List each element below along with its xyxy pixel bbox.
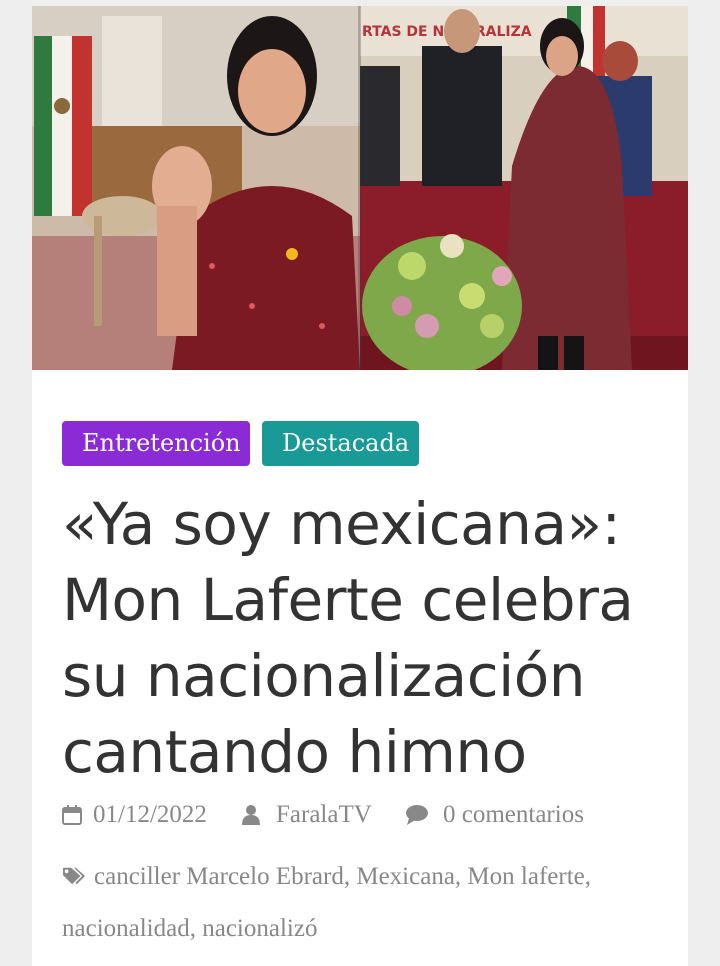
- tag-link[interactable]: nacionalidad: [62, 915, 190, 942]
- post-author[interactable]: FaralaTV: [276, 800, 372, 830]
- article-title: «Ya soy mexicana»: Mon Laferte celebra s…: [62, 486, 662, 790]
- comment-icon: [406, 805, 428, 825]
- article-meta: 01/12/2022 FaralaTV 0 comentarios: [62, 800, 662, 830]
- tag-list: canciller Marcelo Ebrard, Mexicana, Mon …: [62, 863, 591, 942]
- tag-link[interactable]: nacionalizó: [202, 915, 317, 942]
- category-entretencion[interactable]: Entretención: [62, 421, 250, 466]
- title-line: cantando himno: [62, 718, 527, 786]
- comment-count[interactable]: 0 comentarios: [443, 800, 584, 830]
- featured-image[interactable]: RTAS DE NATURALIZA: [32, 6, 688, 370]
- tag-link[interactable]: Mexicana: [356, 863, 455, 890]
- tags-icon: [62, 867, 86, 885]
- tag-link[interactable]: canciller Marcelo Ebrard: [94, 863, 344, 890]
- title-line: «Ya soy mexicana»:: [62, 490, 621, 558]
- category-destacada[interactable]: Destacada: [262, 421, 419, 466]
- post-date[interactable]: 01/12/2022: [93, 800, 207, 830]
- user-icon: [242, 805, 260, 825]
- calendar-icon: [62, 805, 82, 825]
- title-line: Mon Laferte celebra: [62, 566, 634, 634]
- tag-link[interactable]: Mon laferte: [467, 863, 584, 890]
- article-card: RTAS DE NATURALIZA Entretención Destacad…: [32, 6, 688, 966]
- title-line: su nacionalización: [62, 642, 585, 710]
